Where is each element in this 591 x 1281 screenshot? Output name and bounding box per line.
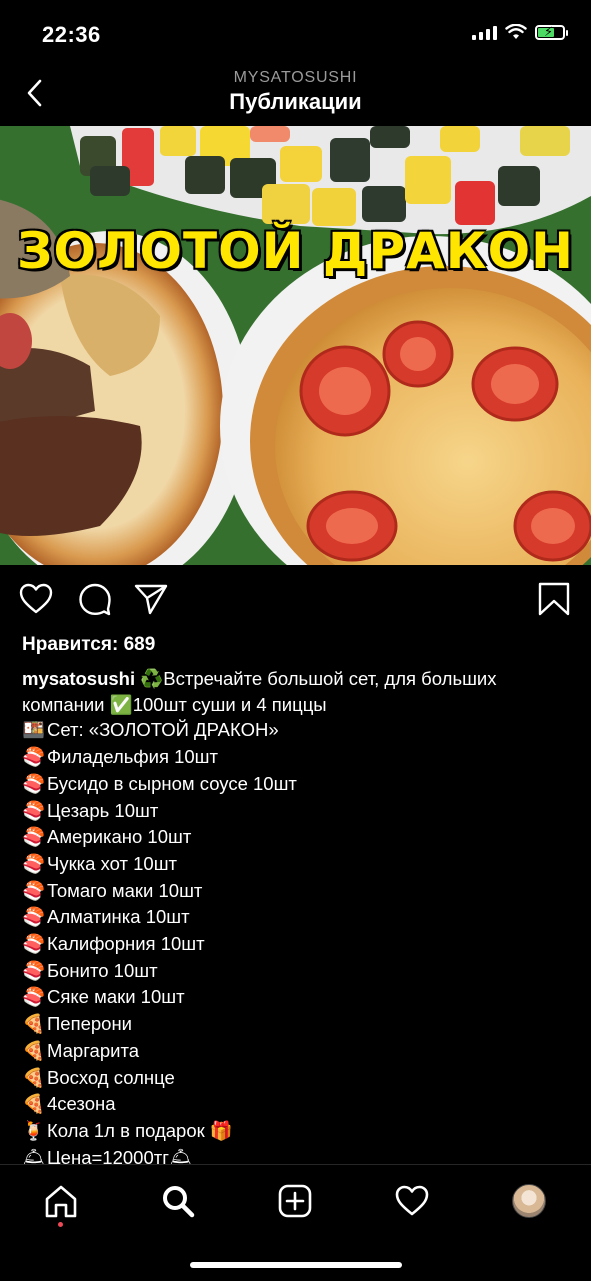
caption-intro-cont: компании ✅100шт суши и 4 пиццы	[22, 692, 574, 718]
notification-dot	[58, 1222, 63, 1227]
home-indicator[interactable]	[190, 1262, 402, 1268]
heart-icon	[395, 1185, 429, 1216]
caption-line: 🍣 Сяке маки 10шт	[22, 984, 574, 1011]
sushi-emoji: 🍣	[22, 773, 46, 795]
sushi-emoji: 🍣	[22, 934, 46, 956]
caption-line-gift: 🍹 Кола 1л в подарок 🎁	[22, 1118, 574, 1145]
caption-line-text: Цезарь 10шт	[47, 799, 159, 821]
post-image[interactable]: ЗОЛОТОЙ ДРАКОН	[0, 126, 591, 565]
search-icon	[163, 1186, 195, 1218]
likes-count[interactable]: Нравится: 689	[22, 634, 155, 656]
caption-line-text: Пеперони	[47, 1013, 133, 1035]
caption-line-text: Алматинка 10шт	[47, 906, 190, 928]
recycle-emoji: ♻️	[140, 668, 164, 689]
tab-profile[interactable]	[509, 1181, 549, 1221]
caption-line-text: Томаго маки 10шт	[47, 879, 203, 901]
share-button[interactable]	[133, 581, 169, 617]
caption-intro-cont-text: компании	[22, 693, 105, 715]
comment-bubble-icon	[79, 583, 111, 616]
caption-line-text: Сяке маки 10шт	[47, 986, 185, 1008]
caption-line-text: 4сезона	[47, 1093, 116, 1115]
caption-line: 🍕 4сезона	[22, 1091, 574, 1118]
bento-emoji: 🍱	[22, 720, 46, 742]
caption-line-text: Бусидо в сырном соусе 10шт	[47, 772, 297, 794]
caption-line: 🍣 Бонито 10шт	[22, 958, 574, 985]
sushi-emoji: 🍣	[22, 987, 46, 1009]
tab-activity[interactable]	[392, 1181, 432, 1221]
sushi-emoji: 🍣	[22, 907, 46, 929]
pizza-emoji: 🍕	[22, 1094, 46, 1116]
bookmark-icon	[538, 582, 570, 616]
like-button[interactable]	[18, 581, 54, 617]
gift-emoji: 🎁	[209, 1119, 233, 1141]
caption-intro-cont-post: 100шт суши и 4 пиццы	[132, 693, 327, 715]
sushi-emoji: 🍣	[22, 853, 46, 875]
caption-line-text: Маргарита	[47, 1039, 140, 1061]
caption-line-text: Сет: «ЗОЛОТОЙ ДРАКОН»	[47, 719, 279, 741]
caption-line: 🍣 Чукка хот 10шт	[22, 851, 574, 878]
paper-plane-icon	[134, 584, 168, 615]
tab-home[interactable]	[41, 1181, 81, 1221]
tab-search[interactable]	[158, 1181, 198, 1221]
bottom-tab-bar	[0, 1164, 591, 1281]
page-title: Публикации	[229, 89, 362, 114]
wifi-icon	[505, 24, 527, 39]
heart-icon	[19, 583, 53, 614]
plus-square-icon	[278, 1184, 312, 1218]
caption-line-text: Чукка хот 10шт	[47, 852, 178, 874]
battery-icon: ⚡	[535, 24, 568, 40]
caption-line: 🍣 Калифорния 10шт	[22, 931, 574, 958]
caption-line: 🍣 Томаго маки 10шт	[22, 878, 574, 905]
caption-username[interactable]: mysatosushi	[22, 668, 135, 689]
comment-button[interactable]	[77, 581, 113, 617]
caption-line-text: Кола 1л в подарок	[47, 1119, 205, 1141]
pizza-emoji: 🍕	[22, 1067, 46, 1089]
pizza-emoji: 🍕	[22, 1040, 46, 1062]
cellular-signal-icon	[472, 24, 497, 40]
cocktail-emoji: 🍹	[22, 1120, 46, 1142]
caption-line-text: Восход солнце	[47, 1066, 175, 1088]
post-photo	[0, 126, 591, 565]
sushi-emoji: 🍣	[22, 960, 46, 982]
check-emoji: ✅	[109, 693, 133, 715]
caption-line-text: Калифорния 10шт	[47, 933, 205, 955]
header-username[interactable]: MYSATOSUSHI	[0, 69, 591, 87]
caption-line: 🍣 Американо 10шт	[22, 824, 574, 851]
status-icons: ⚡	[472, 24, 568, 40]
caption-line: 🍕 Маргарита	[22, 1038, 574, 1065]
caption-intro-text: Встречайте большой сет, для больших	[163, 668, 497, 689]
caption-line-set: 🍱 Сет: «ЗОЛОТОЙ ДРАКОН»	[22, 717, 574, 744]
caption-line: 🍣 Алматинка 10шт	[22, 904, 574, 931]
caption-line: 🍕 Пеперони	[22, 1011, 574, 1038]
caption-line: 🍣 Цезарь 10шт	[22, 798, 574, 825]
caption-line-text: Филадельфия 10шт	[47, 746, 218, 768]
caption-line-text: Американо 10шт	[47, 826, 192, 848]
sushi-emoji: 🍣	[22, 827, 46, 849]
sushi-emoji: 🍣	[22, 747, 46, 769]
sushi-emoji: 🍣	[22, 880, 46, 902]
status-time: 22:36	[42, 22, 101, 47]
caption-line: 🍕 Восход солнце	[22, 1065, 574, 1092]
caption-line-text: Бонито 10шт	[47, 959, 158, 981]
tab-new-post[interactable]	[275, 1181, 315, 1221]
top-header: MYSATOSUSHI Публикации	[0, 64, 591, 126]
caption-line: 🍣 Бусидо в сырном соусе 10шт	[22, 771, 574, 798]
sushi-emoji: 🍣	[22, 800, 46, 822]
caption-line: 🍣 Филадельфия 10шт	[22, 744, 574, 771]
pizza-emoji: 🍕	[22, 1014, 46, 1036]
post-caption: mysatosushi ♻️Встречайте большой сет, дл…	[22, 666, 574, 1171]
caption-intro-line: mysatosushi ♻️Встречайте большой сет, дл…	[22, 666, 574, 692]
status-bar: 22:36 ⚡	[0, 0, 591, 64]
home-icon	[45, 1185, 77, 1218]
avatar	[512, 1184, 546, 1218]
post-action-bar	[0, 565, 591, 633]
save-button[interactable]	[536, 581, 572, 617]
image-banner-text: ЗОЛОТОЙ ДРАКОН	[16, 222, 575, 280]
